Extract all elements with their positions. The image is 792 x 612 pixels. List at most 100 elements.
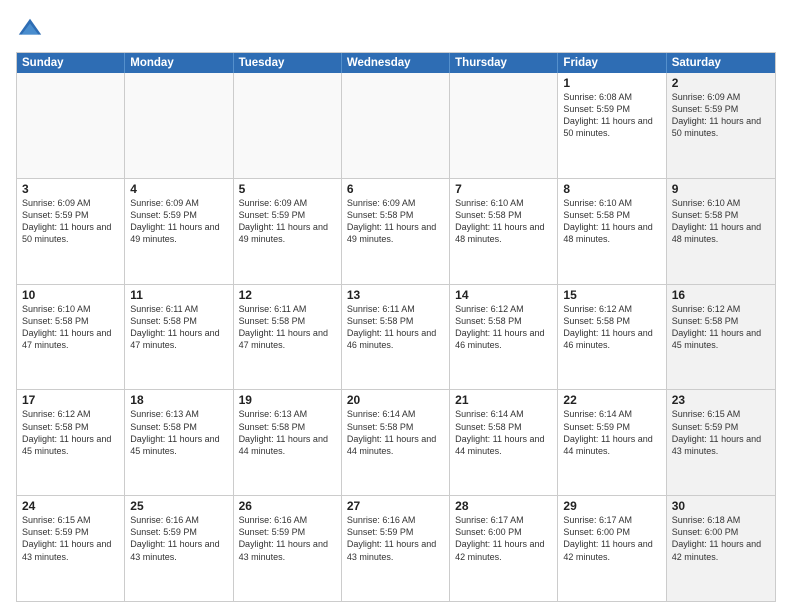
- day-number: 1: [563, 76, 660, 90]
- calendar-cell: 7Sunrise: 6:10 AM Sunset: 5:58 PM Daylig…: [450, 179, 558, 284]
- day-number: 15: [563, 288, 660, 302]
- cell-sun-info: Sunrise: 6:12 AM Sunset: 5:58 PM Dayligh…: [22, 408, 119, 457]
- cell-sun-info: Sunrise: 6:15 AM Sunset: 5:59 PM Dayligh…: [22, 514, 119, 563]
- cell-sun-info: Sunrise: 6:09 AM Sunset: 5:59 PM Dayligh…: [672, 91, 770, 140]
- calendar-cell: 11Sunrise: 6:11 AM Sunset: 5:58 PM Dayli…: [125, 285, 233, 390]
- cell-sun-info: Sunrise: 6:14 AM Sunset: 5:59 PM Dayligh…: [563, 408, 660, 457]
- cell-sun-info: Sunrise: 6:11 AM Sunset: 5:58 PM Dayligh…: [130, 303, 227, 352]
- calendar-week-1: 3Sunrise: 6:09 AM Sunset: 5:59 PM Daylig…: [17, 178, 775, 284]
- day-number: 21: [455, 393, 552, 407]
- cell-sun-info: Sunrise: 6:16 AM Sunset: 5:59 PM Dayligh…: [130, 514, 227, 563]
- cell-sun-info: Sunrise: 6:10 AM Sunset: 5:58 PM Dayligh…: [672, 197, 770, 246]
- cell-sun-info: Sunrise: 6:12 AM Sunset: 5:58 PM Dayligh…: [455, 303, 552, 352]
- calendar-cell: 21Sunrise: 6:14 AM Sunset: 5:58 PM Dayli…: [450, 390, 558, 495]
- calendar-week-0: 1Sunrise: 6:08 AM Sunset: 5:59 PM Daylig…: [17, 73, 775, 178]
- calendar-cell: 26Sunrise: 6:16 AM Sunset: 5:59 PM Dayli…: [234, 496, 342, 601]
- calendar-cell: 20Sunrise: 6:14 AM Sunset: 5:58 PM Dayli…: [342, 390, 450, 495]
- day-number: 22: [563, 393, 660, 407]
- calendar-cell: [125, 73, 233, 178]
- cell-sun-info: Sunrise: 6:10 AM Sunset: 5:58 PM Dayligh…: [563, 197, 660, 246]
- day-number: 4: [130, 182, 227, 196]
- cell-sun-info: Sunrise: 6:14 AM Sunset: 5:58 PM Dayligh…: [347, 408, 444, 457]
- cell-sun-info: Sunrise: 6:10 AM Sunset: 5:58 PM Dayligh…: [455, 197, 552, 246]
- calendar-cell: 4Sunrise: 6:09 AM Sunset: 5:59 PM Daylig…: [125, 179, 233, 284]
- calendar-cell: 17Sunrise: 6:12 AM Sunset: 5:58 PM Dayli…: [17, 390, 125, 495]
- calendar-week-3: 17Sunrise: 6:12 AM Sunset: 5:58 PM Dayli…: [17, 389, 775, 495]
- calendar-cell: 22Sunrise: 6:14 AM Sunset: 5:59 PM Dayli…: [558, 390, 666, 495]
- calendar-cell: [342, 73, 450, 178]
- day-number: 27: [347, 499, 444, 513]
- day-number: 25: [130, 499, 227, 513]
- calendar-body: 1Sunrise: 6:08 AM Sunset: 5:59 PM Daylig…: [17, 73, 775, 601]
- day-number: 11: [130, 288, 227, 302]
- cell-sun-info: Sunrise: 6:09 AM Sunset: 5:58 PM Dayligh…: [347, 197, 444, 246]
- calendar-cell: 9Sunrise: 6:10 AM Sunset: 5:58 PM Daylig…: [667, 179, 775, 284]
- day-number: 30: [672, 499, 770, 513]
- day-header-sunday: Sunday: [17, 53, 125, 73]
- calendar: SundayMondayTuesdayWednesdayThursdayFrid…: [16, 52, 776, 602]
- day-number: 9: [672, 182, 770, 196]
- calendar-cell: 12Sunrise: 6:11 AM Sunset: 5:58 PM Dayli…: [234, 285, 342, 390]
- logo-icon: [16, 16, 44, 44]
- cell-sun-info: Sunrise: 6:13 AM Sunset: 5:58 PM Dayligh…: [239, 408, 336, 457]
- calendar-cell: 29Sunrise: 6:17 AM Sunset: 6:00 PM Dayli…: [558, 496, 666, 601]
- day-number: 28: [455, 499, 552, 513]
- calendar-cell: 6Sunrise: 6:09 AM Sunset: 5:58 PM Daylig…: [342, 179, 450, 284]
- logo: [16, 16, 46, 44]
- calendar-cell: 28Sunrise: 6:17 AM Sunset: 6:00 PM Dayli…: [450, 496, 558, 601]
- calendar-cell: 10Sunrise: 6:10 AM Sunset: 5:58 PM Dayli…: [17, 285, 125, 390]
- calendar-cell: 23Sunrise: 6:15 AM Sunset: 5:59 PM Dayli…: [667, 390, 775, 495]
- cell-sun-info: Sunrise: 6:09 AM Sunset: 5:59 PM Dayligh…: [130, 197, 227, 246]
- day-number: 17: [22, 393, 119, 407]
- day-number: 23: [672, 393, 770, 407]
- day-number: 18: [130, 393, 227, 407]
- calendar-cell: 19Sunrise: 6:13 AM Sunset: 5:58 PM Dayli…: [234, 390, 342, 495]
- day-number: 3: [22, 182, 119, 196]
- page: SundayMondayTuesdayWednesdayThursdayFrid…: [0, 0, 792, 612]
- calendar-cell: 8Sunrise: 6:10 AM Sunset: 5:58 PM Daylig…: [558, 179, 666, 284]
- day-header-saturday: Saturday: [667, 53, 775, 73]
- cell-sun-info: Sunrise: 6:12 AM Sunset: 5:58 PM Dayligh…: [563, 303, 660, 352]
- cell-sun-info: Sunrise: 6:10 AM Sunset: 5:58 PM Dayligh…: [22, 303, 119, 352]
- cell-sun-info: Sunrise: 6:12 AM Sunset: 5:58 PM Dayligh…: [672, 303, 770, 352]
- calendar-week-4: 24Sunrise: 6:15 AM Sunset: 5:59 PM Dayli…: [17, 495, 775, 601]
- day-number: 12: [239, 288, 336, 302]
- calendar-cell: 5Sunrise: 6:09 AM Sunset: 5:59 PM Daylig…: [234, 179, 342, 284]
- calendar-cell: 30Sunrise: 6:18 AM Sunset: 6:00 PM Dayli…: [667, 496, 775, 601]
- day-number: 19: [239, 393, 336, 407]
- day-number: 6: [347, 182, 444, 196]
- day-header-thursday: Thursday: [450, 53, 558, 73]
- calendar-cell: 18Sunrise: 6:13 AM Sunset: 5:58 PM Dayli…: [125, 390, 233, 495]
- calendar-cell: [234, 73, 342, 178]
- cell-sun-info: Sunrise: 6:11 AM Sunset: 5:58 PM Dayligh…: [239, 303, 336, 352]
- cell-sun-info: Sunrise: 6:14 AM Sunset: 5:58 PM Dayligh…: [455, 408, 552, 457]
- day-number: 16: [672, 288, 770, 302]
- calendar-cell: 25Sunrise: 6:16 AM Sunset: 5:59 PM Dayli…: [125, 496, 233, 601]
- day-number: 5: [239, 182, 336, 196]
- day-header-monday: Monday: [125, 53, 233, 73]
- day-header-friday: Friday: [558, 53, 666, 73]
- day-number: 2: [672, 76, 770, 90]
- calendar-week-2: 10Sunrise: 6:10 AM Sunset: 5:58 PM Dayli…: [17, 284, 775, 390]
- cell-sun-info: Sunrise: 6:08 AM Sunset: 5:59 PM Dayligh…: [563, 91, 660, 140]
- calendar-cell: 15Sunrise: 6:12 AM Sunset: 5:58 PM Dayli…: [558, 285, 666, 390]
- calendar-cell: 27Sunrise: 6:16 AM Sunset: 5:59 PM Dayli…: [342, 496, 450, 601]
- cell-sun-info: Sunrise: 6:17 AM Sunset: 6:00 PM Dayligh…: [563, 514, 660, 563]
- day-number: 10: [22, 288, 119, 302]
- day-header-wednesday: Wednesday: [342, 53, 450, 73]
- calendar-cell: 2Sunrise: 6:09 AM Sunset: 5:59 PM Daylig…: [667, 73, 775, 178]
- day-header-tuesday: Tuesday: [234, 53, 342, 73]
- cell-sun-info: Sunrise: 6:16 AM Sunset: 5:59 PM Dayligh…: [239, 514, 336, 563]
- cell-sun-info: Sunrise: 6:15 AM Sunset: 5:59 PM Dayligh…: [672, 408, 770, 457]
- calendar-cell: [17, 73, 125, 178]
- cell-sun-info: Sunrise: 6:09 AM Sunset: 5:59 PM Dayligh…: [239, 197, 336, 246]
- calendar-cell: 14Sunrise: 6:12 AM Sunset: 5:58 PM Dayli…: [450, 285, 558, 390]
- day-number: 14: [455, 288, 552, 302]
- day-number: 8: [563, 182, 660, 196]
- calendar-cell: 16Sunrise: 6:12 AM Sunset: 5:58 PM Dayli…: [667, 285, 775, 390]
- calendar-cell: [450, 73, 558, 178]
- cell-sun-info: Sunrise: 6:18 AM Sunset: 6:00 PM Dayligh…: [672, 514, 770, 563]
- cell-sun-info: Sunrise: 6:09 AM Sunset: 5:59 PM Dayligh…: [22, 197, 119, 246]
- calendar-cell: 3Sunrise: 6:09 AM Sunset: 5:59 PM Daylig…: [17, 179, 125, 284]
- day-number: 13: [347, 288, 444, 302]
